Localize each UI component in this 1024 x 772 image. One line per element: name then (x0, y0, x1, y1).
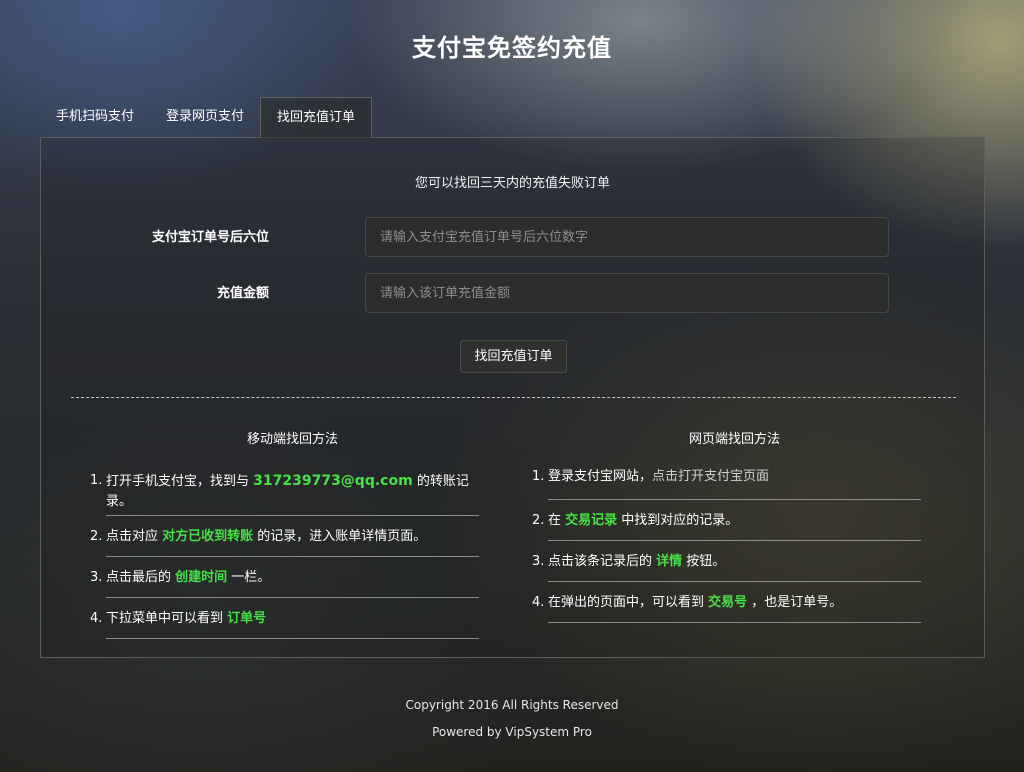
alipay-account: 317239773@qq.com (253, 473, 413, 489)
list-item: 2. 在 交易记录 中找到对应的记录。 (532, 500, 921, 541)
web-steps-list: 1. 登录支付宝网站，点击打开支付宝页面 2. 在 交易记录 中找到对应的记录。… (532, 459, 921, 623)
list-item: 1. 打开手机支付宝，找到与 317239773@qq.com 的转账记录。 (90, 465, 479, 516)
recover-order-button[interactable]: 找回充值订单 (460, 340, 567, 373)
mobile-method-section: 移动端找回方法 1. 打开手机支付宝，找到与 317239773@qq.com … (90, 428, 479, 639)
list-item: 3. 点击最后的 创建时间 一栏。 (90, 557, 479, 598)
list-item: 2. 点击对应 对方已收到转账 的记录，进入账单详情页面。 (90, 516, 479, 557)
open-alipay-link[interactable]: 点击打开支付宝页面 (652, 469, 769, 484)
recover-order-panel: 您可以找回三天内的充值失败订单 支付宝订单号后六位 充值金额 找回充值订单 移动… (40, 137, 985, 658)
tab-mobile-scan-pay[interactable]: 手机扫码支付 (40, 97, 150, 137)
list-item: 4. 下拉菜单中可以看到 订单号 (90, 598, 479, 639)
order-number-label: 支付宝订单号后六位 (151, 230, 269, 245)
tab-web-login-pay[interactable]: 登录网页支付 (150, 97, 260, 137)
amount-label: 充值金额 (216, 286, 269, 301)
footer-copyright: Copyright 2016 All Rights Reserved (405, 698, 619, 712)
list-item: 3. 点击该条记录后的 详情 按钮。 (532, 541, 921, 582)
list-item: 4. 在弹出的页面中，可以看到 交易号 ，也是订单号。 (532, 582, 921, 623)
tab-recover-order[interactable]: 找回充值订单 (260, 97, 373, 138)
mobile-steps-list: 1. 打开手机支付宝，找到与 317239773@qq.com 的转账记录。 2… (90, 465, 479, 639)
tab-bar: 手机扫码支付 登录网页支付 找回充值订单 (40, 97, 373, 138)
page-title: 支付宝免签约充值 (412, 34, 612, 62)
web-method-section: 网页端找回方法 1. 登录支付宝网站，点击打开支付宝页面 2. 在 交易记录 中… (532, 428, 921, 623)
footer-powered-by: Powered by VipSystem Pro (432, 725, 592, 739)
mobile-method-title: 移动端找回方法 (246, 432, 338, 447)
order-number-input[interactable] (365, 217, 889, 257)
amount-input[interactable] (365, 273, 889, 313)
web-method-title: 网页端找回方法 (688, 432, 780, 447)
dashed-divider (71, 397, 956, 398)
list-item: 1. 登录支付宝网站，点击打开支付宝页面 (532, 459, 921, 500)
form-subtitle: 您可以找回三天内的充值失败订单 (414, 176, 610, 191)
